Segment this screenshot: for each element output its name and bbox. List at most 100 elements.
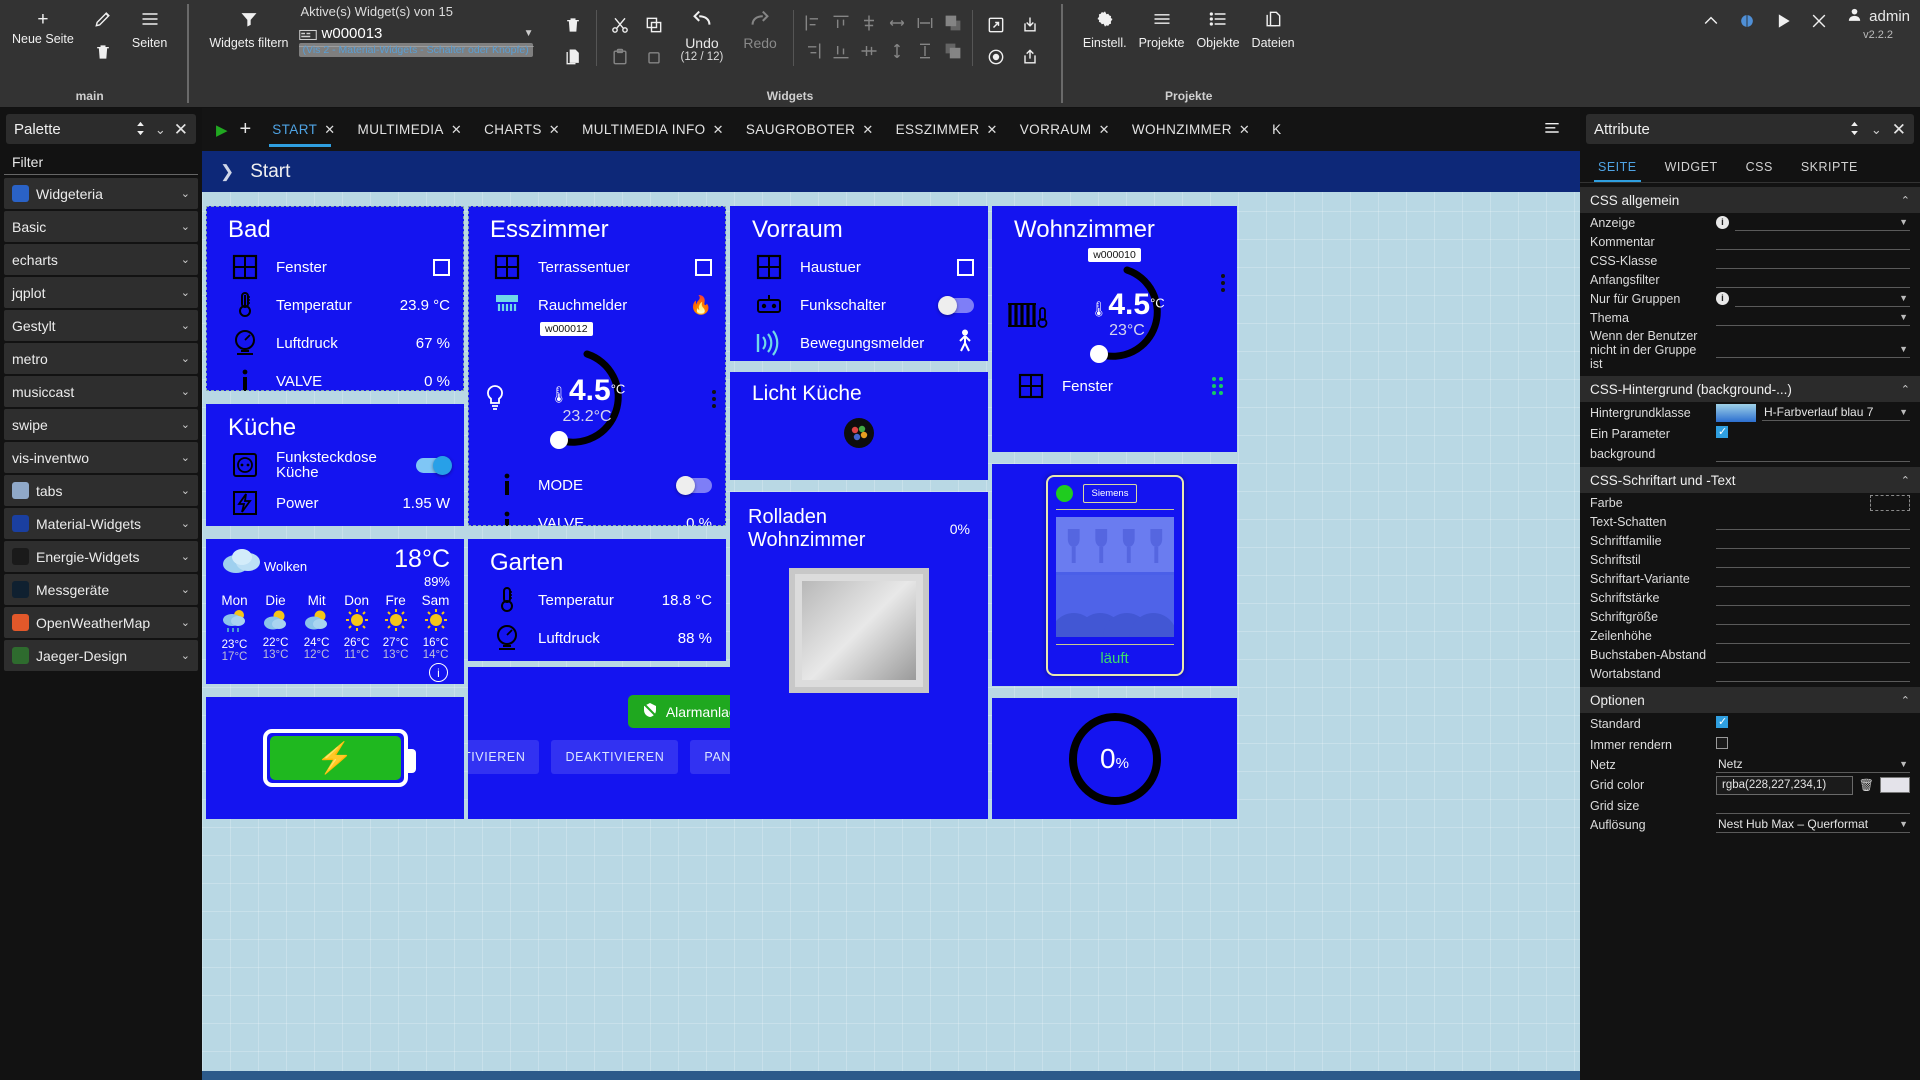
row-mode[interactable]: MODE: [468, 454, 726, 504]
view-canvas[interactable]: ❯ Start w000011|↔|⚓ Bad: [202, 151, 1580, 1080]
toggle-funksteckdose[interactable]: [416, 455, 452, 475]
equal-width-icon[interactable]: [912, 10, 938, 36]
chevron-up-icon[interactable]: ⌃: [1901, 694, 1910, 707]
close-window-button[interactable]: [1802, 6, 1836, 36]
attr-section-optionen[interactable]: Optionen ⌃: [1580, 687, 1920, 713]
row-terrassentuer[interactable]: Terrassentuer: [468, 248, 726, 286]
chevron-down-icon[interactable]: ⌄: [181, 418, 190, 431]
row-garten-druck[interactable]: Luftdruck 88 %: [468, 619, 726, 657]
undo-button[interactable]: Undo (12 / 12): [671, 4, 734, 67]
align-top-icon[interactable]: [828, 10, 854, 36]
palette-item-tabs[interactable]: tabs ⌄: [4, 475, 198, 506]
attr-input[interactable]: [1716, 552, 1910, 568]
chevron-right-icon[interactable]: ❯: [220, 162, 234, 182]
row-power[interactable]: Power 1.95 W: [206, 484, 464, 522]
palette-item-messger-te[interactable]: Messgeräte ⌄: [4, 574, 198, 605]
temperature-gauge[interactable]: 🌡4.5°C 23.2°C: [522, 344, 652, 454]
blind-visual[interactable]: [789, 568, 929, 693]
palette-item-jqplot[interactable]: jqplot ⌄: [4, 277, 198, 308]
delete-widget-button[interactable]: [556, 10, 590, 40]
attr-section-css-schriftart-und-text[interactable]: CSS-Schriftart und -Text ⌃: [1580, 467, 1920, 493]
chevron-down-icon[interactable]: ⌄: [181, 451, 190, 464]
sort-updown-icon[interactable]: [1848, 121, 1861, 138]
widget-rolladen[interactable]: w000050|↔|⚓ 11↑↓ Rolladen Wohnzimmer 0%: [730, 492, 988, 819]
palette-item-material-widgets[interactable]: Material-Widgets ⌄: [4, 508, 198, 539]
equal-height-icon[interactable]: [912, 38, 938, 64]
row-luftdruck[interactable]: Luftdruck 67 %: [206, 324, 464, 362]
tab-vorraum[interactable]: VORRAUM ✕: [1009, 108, 1121, 151]
alarm-button-deaktivieren[interactable]: DEAKTIVIEREN: [551, 740, 679, 774]
close-icon[interactable]: ✕: [174, 121, 188, 138]
light-bulb-color-icon[interactable]: [842, 416, 876, 455]
attr-input[interactable]: [1716, 272, 1910, 288]
widget-wohnzimmer[interactable]: w000017|↔|⚓ 4↑↓ Wohnzimmer w000010: [992, 206, 1237, 452]
export-button[interactable]: [1013, 42, 1047, 72]
collapse-icon[interactable]: ⌄: [1871, 123, 1882, 136]
trash-icon[interactable]: 🗑: [1859, 778, 1874, 792]
align-left-icon[interactable]: [800, 10, 826, 36]
attr-tab-widget[interactable]: WIDGET: [1651, 152, 1732, 182]
widget-kueche[interactable]: w000018|↔|⚓ 5↑↓ Küche Funksteckdose Küch…: [206, 404, 464, 526]
chevron-down-icon[interactable]: ⌄: [181, 550, 190, 563]
close-icon[interactable]: ✕: [1099, 122, 1110, 138]
align-right-icon[interactable]: [800, 38, 826, 64]
sort-updown-icon[interactable]: [134, 121, 147, 138]
tab-multimedia-info[interactable]: MULTIMEDIA INFO ✕: [571, 108, 735, 151]
info-icon[interactable]: i: [1716, 216, 1729, 229]
close-icon[interactable]: ✕: [713, 122, 724, 138]
row-fenster[interactable]: Fenster: [206, 248, 464, 286]
close-icon[interactable]: ✕: [986, 122, 997, 138]
attr-input[interactable]: [1716, 798, 1910, 814]
chevron-down-icon[interactable]: ⌄: [181, 286, 190, 299]
attr-input[interactable]: [1716, 590, 1910, 606]
widget-esszimmer[interactable]: w000013 2↑↓ Esszimmer Terrassentuer: [468, 206, 726, 526]
attr-input[interactable]: [1716, 253, 1910, 269]
tabs-menu-icon[interactable]: [1530, 117, 1574, 142]
chevron-up-icon[interactable]: ⌃: [1901, 383, 1910, 396]
tab-k[interactable]: K: [1261, 108, 1292, 151]
close-icon[interactable]: ✕: [324, 122, 335, 138]
copy-button[interactable]: [637, 10, 671, 40]
objects-button[interactable]: Objekte: [1190, 4, 1245, 52]
chevron-down-icon[interactable]: ⌄: [181, 319, 190, 332]
theme-button[interactable]: [1730, 6, 1764, 36]
row-temperatur[interactable]: Temperatur 23.9 °C: [206, 286, 464, 324]
alarm-button-aktivieren[interactable]: AKTIVIEREN: [468, 740, 540, 774]
row-funksteckdose[interactable]: Funksteckdose Küche: [206, 446, 464, 484]
close-icon[interactable]: ✕: [1239, 122, 1250, 138]
chevron-down-icon[interactable]: ⌄: [181, 352, 190, 365]
row-fenster-wz[interactable]: Fenster: [992, 367, 1237, 405]
chevron-down-icon[interactable]: ⌄: [181, 484, 190, 497]
bring-front-icon[interactable]: [940, 10, 966, 36]
attr-tab-seite[interactable]: SEITE: [1584, 152, 1651, 182]
run-view-icon[interactable]: ▶: [208, 121, 236, 139]
files-button[interactable]: Dateien: [1246, 4, 1301, 52]
attr-select[interactable]: ▼: [1735, 291, 1910, 307]
add-view-icon[interactable]: +: [236, 118, 262, 141]
distribute-horizontal-icon[interactable]: [884, 10, 910, 36]
collapse-toolbar-button[interactable]: [1694, 6, 1728, 36]
chevron-down-icon[interactable]: ⌄: [181, 583, 190, 596]
chevron-down-icon[interactable]: ⌄: [181, 649, 190, 662]
attr-input[interactable]: [1716, 514, 1910, 530]
percent-gauge[interactable]: 0%: [1065, 709, 1165, 809]
palette-item-basic[interactable]: Basic ⌄: [4, 211, 198, 242]
attr-input[interactable]: [1716, 647, 1910, 663]
tab-multimedia[interactable]: MULTIMEDIA ✕: [347, 108, 474, 151]
chevron-down-icon[interactable]: ⌄: [181, 187, 190, 200]
close-icon[interactable]: ✕: [451, 122, 462, 138]
import-button[interactable]: [1013, 10, 1047, 40]
chevron-down-icon[interactable]: ⌄: [181, 616, 190, 629]
attr-input[interactable]: [1716, 533, 1910, 549]
distribute-vertical-icon[interactable]: [884, 38, 910, 64]
info-icon[interactable]: i: [1716, 292, 1729, 305]
widget-vorraum[interactable]: w000014|↔|⚓ 3↑↓ Vorraum Haustuer: [730, 206, 988, 361]
cut-button[interactable]: [603, 10, 637, 40]
paste-widget-button[interactable]: [556, 42, 590, 72]
widget-percent-gauge[interactable]: w000051|↔|⚓ 12↑↓ 0%: [992, 698, 1237, 819]
row-valve[interactable]: VALVE 0 %: [206, 362, 464, 391]
chevron-down-icon[interactable]: ⌄: [181, 517, 190, 530]
bulb-icon[interactable]: [468, 384, 522, 414]
attr-checkbox[interactable]: [1716, 736, 1728, 749]
palette-item-swipe[interactable]: swipe ⌄: [4, 409, 198, 440]
